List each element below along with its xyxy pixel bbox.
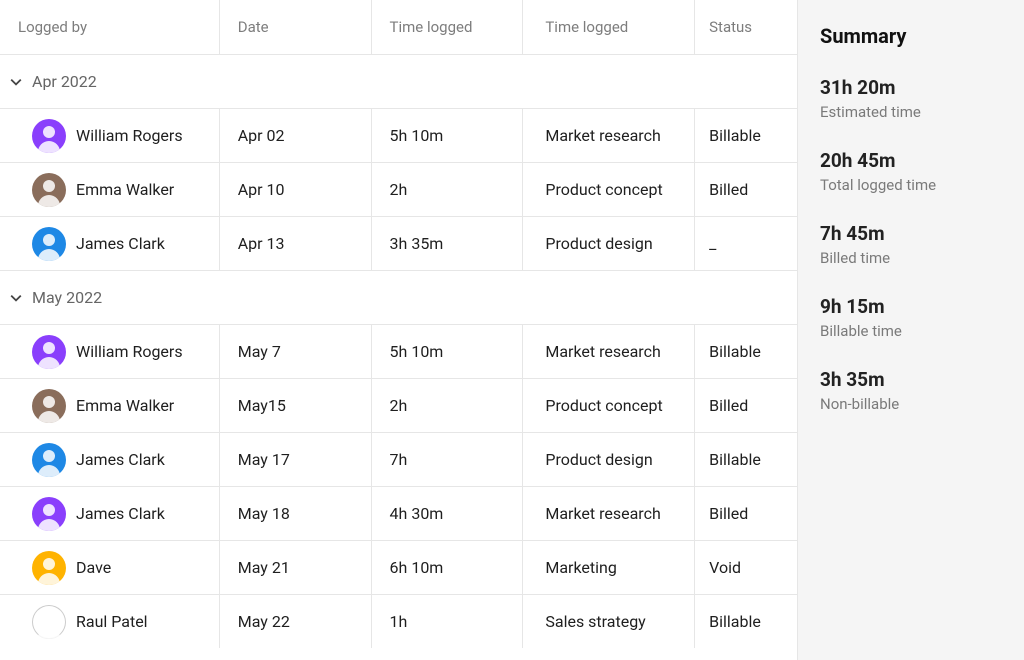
log-category: Market research	[545, 342, 660, 361]
avatar	[32, 389, 66, 423]
summary-label: Estimated time	[820, 103, 1006, 121]
log-date: May 21	[238, 558, 290, 577]
user-name: Emma Walker	[76, 396, 174, 415]
log-category: Market research	[545, 504, 660, 523]
log-duration: 1h	[390, 612, 408, 631]
col-header-date[interactable]: Date	[220, 0, 372, 54]
log-date: Apr 02	[238, 126, 285, 145]
log-duration: 2h	[390, 396, 408, 415]
log-status: Billable	[709, 450, 761, 469]
group-header[interactable]: May 2022	[0, 270, 797, 324]
summary-value: 31h 20m	[820, 76, 1006, 99]
avatar	[32, 227, 66, 261]
user-name: Raul Patel	[76, 612, 148, 631]
avatar	[32, 497, 66, 531]
app-root: Logged by Date Time logged Time logged S…	[0, 0, 1024, 660]
avatar	[32, 605, 66, 639]
table-row[interactable]: James Clark Apr 13 3h 35m Product design _	[0, 216, 797, 270]
summary-label: Non-billable	[820, 395, 1006, 413]
log-category: Product concept	[545, 180, 662, 199]
avatar	[32, 335, 66, 369]
user-name: William Rogers	[76, 126, 183, 145]
table-row[interactable]: Raul Patel May 22 1h Sales strategy Billable	[0, 594, 797, 648]
col-header-time-b[interactable]: Time logged	[523, 0, 695, 54]
log-date: May 22	[238, 612, 290, 631]
table-row[interactable]: William Rogers Apr 02 5h 10m Market researc…	[0, 108, 797, 162]
log-date: May 7	[238, 342, 281, 361]
user-name: James Clark	[76, 450, 165, 469]
log-date: May15	[238, 396, 286, 415]
log-date: Apr 10	[238, 180, 285, 199]
summary-item: 3h 35m Non-billable	[820, 368, 1006, 413]
avatar	[32, 551, 66, 585]
user-name: Dave	[76, 558, 111, 577]
log-duration: 6h 10m	[390, 558, 444, 577]
log-status: Billable	[709, 126, 761, 145]
col-header-logged-by[interactable]: Logged by	[0, 0, 220, 54]
chevron-down-icon	[10, 292, 24, 304]
user-name: James Clark	[76, 504, 165, 523]
log-category: Sales strategy	[545, 612, 645, 631]
avatar	[32, 173, 66, 207]
summary-label: Total logged time	[820, 176, 1006, 194]
summary-value: 20h 45m	[820, 149, 1006, 172]
summary-item: 7h 45m Billed time	[820, 222, 1006, 267]
log-duration: 5h 10m	[390, 126, 444, 145]
log-date: May 18	[238, 504, 290, 523]
log-duration: 4h 30m	[390, 504, 444, 523]
log-status: Billable	[709, 342, 761, 361]
summary-value: 3h 35m	[820, 368, 1006, 391]
group-label: May 2022	[32, 288, 102, 307]
table-row[interactable]: William Rogers May 7 5h 10m Market research…	[0, 324, 797, 378]
summary-label: Billed time	[820, 249, 1006, 267]
log-category: Marketing	[545, 558, 616, 577]
table-header-row: Logged by Date Time logged Time logged S…	[0, 0, 797, 54]
log-status: _	[709, 234, 716, 253]
log-status: Billed	[709, 504, 748, 523]
log-date: May 17	[238, 450, 290, 469]
table-row[interactable]: Emma Walker May15 2h Product concept Billed	[0, 378, 797, 432]
log-duration: 5h 10m	[390, 342, 444, 361]
avatar	[32, 119, 66, 153]
time-log-table: Logged by Date Time logged Time logged S…	[0, 0, 798, 660]
col-header-status[interactable]: Status	[695, 0, 797, 54]
log-duration: 7h	[390, 450, 408, 469]
group-label: Apr 2022	[32, 72, 97, 91]
col-header-time-a[interactable]: Time logged	[372, 0, 524, 54]
chevron-down-icon	[10, 76, 24, 88]
summary-label: Billable time	[820, 322, 1006, 340]
log-date: Apr 13	[238, 234, 285, 253]
user-name: James Clark	[76, 234, 165, 253]
log-category: Product design	[545, 450, 652, 469]
log-status: Billed	[709, 180, 748, 199]
log-category: Market research	[545, 126, 660, 145]
table-row[interactable]: James Clark May 18 4h 30m Market research Bi…	[0, 486, 797, 540]
table-row[interactable]: Dave May 21 6h 10m Marketing Void	[0, 540, 797, 594]
log-category: Product concept	[545, 396, 662, 415]
summary-value: 9h 15m	[820, 295, 1006, 318]
log-category: Product design	[545, 234, 652, 253]
avatar	[32, 443, 66, 477]
user-name: William Rogers	[76, 342, 183, 361]
group-header[interactable]: Apr 2022	[0, 54, 797, 108]
summary-title: Summary	[820, 24, 1006, 48]
summary-item: 20h 45m Total logged time	[820, 149, 1006, 194]
summary-item: 31h 20m Estimated time	[820, 76, 1006, 121]
table-row[interactable]: Emma Walker Apr 10 2h Product concept Billed	[0, 162, 797, 216]
summary-item: 9h 15m Billable time	[820, 295, 1006, 340]
summary-value: 7h 45m	[820, 222, 1006, 245]
user-name: Emma Walker	[76, 180, 174, 199]
table-row[interactable]: James Clark May 17 7h Product design Billabl…	[0, 432, 797, 486]
log-duration: 3h 35m	[390, 234, 444, 253]
log-status: Billed	[709, 396, 748, 415]
log-duration: 2h	[390, 180, 408, 199]
log-status: Void	[709, 558, 741, 577]
log-status: Billable	[709, 612, 761, 631]
summary-panel: Summary 31h 20m Estimated time 20h 45m Tota…	[798, 0, 1024, 660]
